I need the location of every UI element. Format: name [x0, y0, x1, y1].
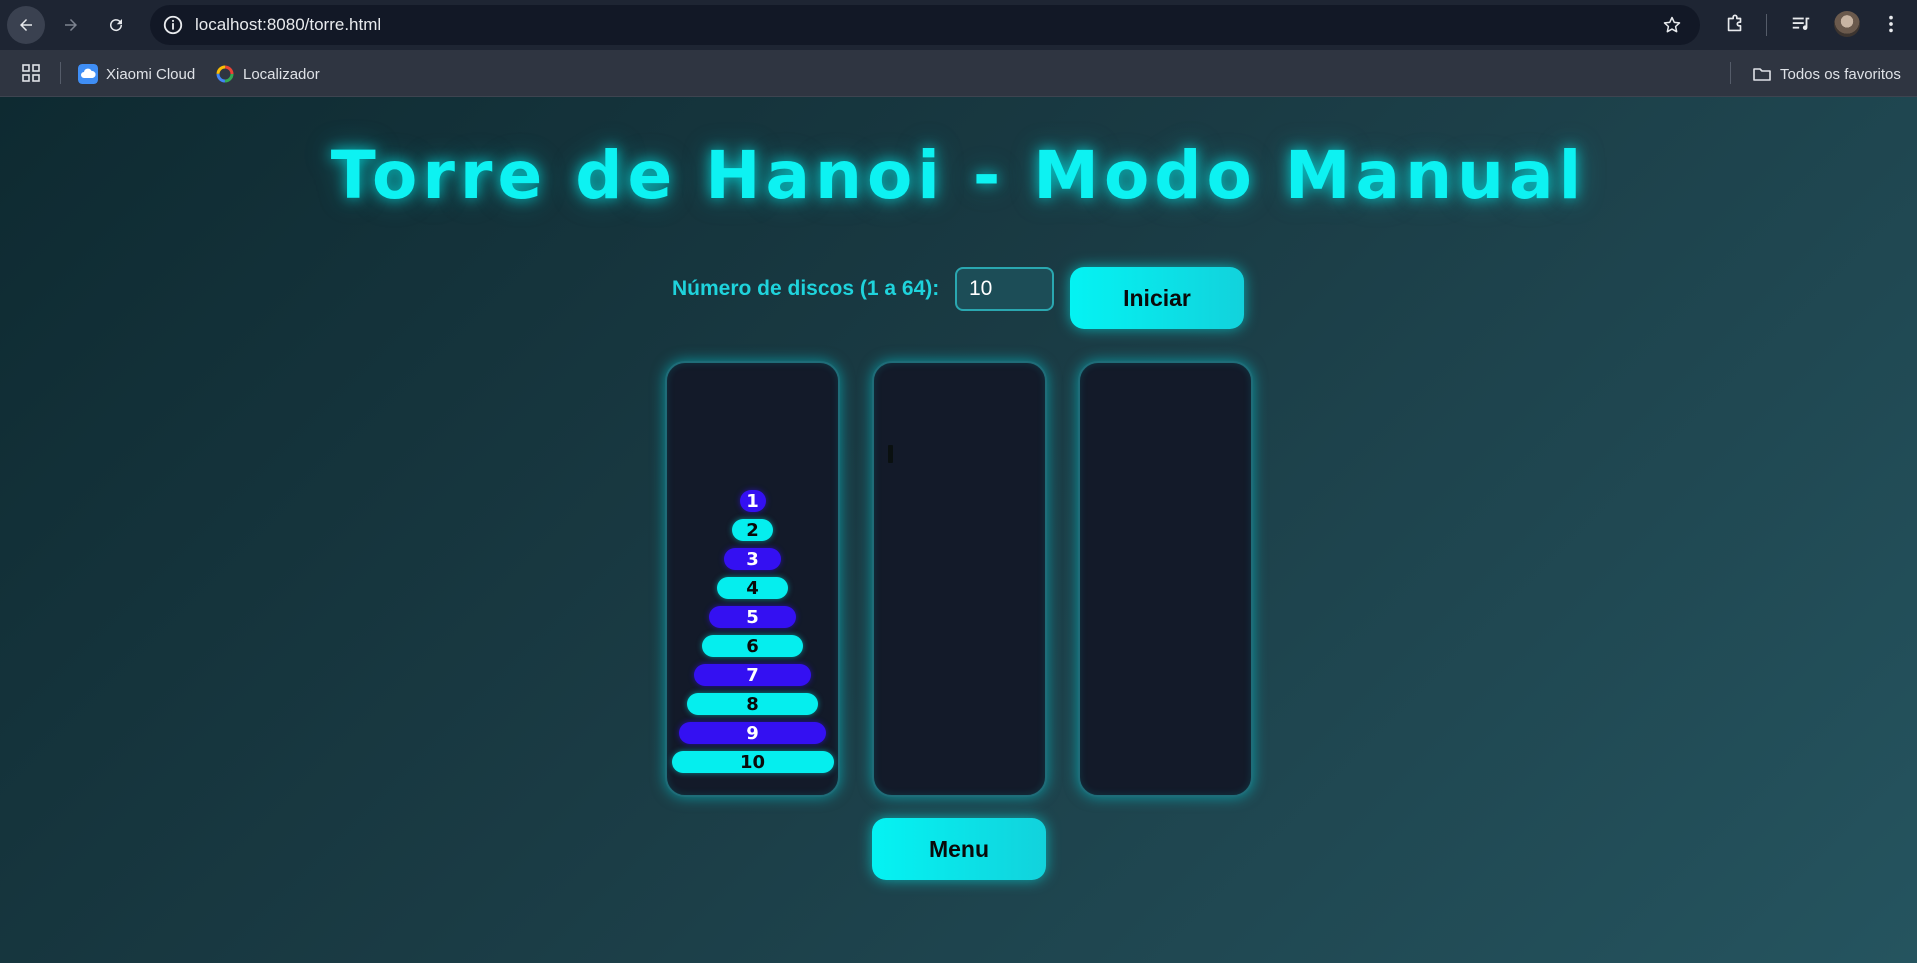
- bookmark-star-icon[interactable]: [1662, 15, 1682, 35]
- bookmark-xiaomi-cloud[interactable]: Xiaomi Cloud: [78, 63, 195, 85]
- disk-4[interactable]: 4: [716, 577, 789, 599]
- disk-6[interactable]: 6: [701, 635, 804, 657]
- browser-toolbar: localhost:8080/torre.html: [0, 0, 1917, 50]
- all-bookmarks-label: Todos os favoritos: [1780, 65, 1901, 83]
- extensions-icon[interactable]: [1724, 13, 1746, 35]
- reload-button[interactable]: [97, 6, 135, 44]
- bookmark-label: Localizador: [243, 65, 320, 83]
- site-info-icon[interactable]: [162, 14, 184, 36]
- arrow-left-icon: [20, 19, 32, 31]
- forward-button[interactable]: [52, 6, 90, 44]
- url-text: localhost:8080/torre.html: [195, 15, 381, 35]
- arrow-right-icon: [65, 19, 77, 31]
- text-cursor-mark: [888, 445, 893, 463]
- disk-10[interactable]: 10: [671, 751, 834, 773]
- tower-1[interactable]: 1 2 3 4 5 6 7 8 9 10: [665, 361, 840, 797]
- bookmarks-divider: [1730, 62, 1731, 84]
- tower-3[interactable]: [1078, 361, 1253, 797]
- page-title: Torre de Hanoi - Modo Manual: [330, 137, 1587, 214]
- disk-5[interactable]: 5: [709, 606, 796, 628]
- bookmark-localizador[interactable]: Localizador: [215, 63, 320, 85]
- back-button[interactable]: [7, 6, 45, 44]
- apps-grid-icon[interactable]: [21, 63, 41, 83]
- reload-icon: [110, 19, 123, 32]
- bookmarks-bar: Xiaomi Cloud Localizador Todos os favori…: [0, 50, 1917, 97]
- url-path: :8080/torre.html: [262, 15, 382, 34]
- disk-1[interactable]: 1: [739, 490, 766, 512]
- url-host: localhost: [195, 15, 263, 34]
- kebab-menu-icon[interactable]: [1880, 13, 1902, 35]
- bookmarks-divider: [60, 62, 61, 84]
- all-bookmarks-folder[interactable]: Todos os favoritos: [1752, 63, 1901, 85]
- disk-7[interactable]: 7: [694, 664, 811, 686]
- address-bar[interactable]: localhost:8080/torre.html: [150, 5, 1700, 45]
- menu-button[interactable]: Menu: [872, 818, 1046, 880]
- toolbar-divider: [1766, 14, 1767, 36]
- media-controls-icon[interactable]: [1790, 13, 1812, 35]
- folder-icon: [1753, 68, 1771, 81]
- tower-2[interactable]: [872, 361, 1047, 797]
- disk-3[interactable]: 3: [724, 548, 781, 570]
- location-pin-icon: [216, 65, 234, 83]
- profile-avatar[interactable]: [1834, 11, 1860, 37]
- discs-label: Número de discos (1 a 64):: [672, 277, 940, 300]
- cloud-icon: [78, 64, 98, 84]
- disk-9[interactable]: 9: [679, 722, 826, 744]
- page-content: Torre de Hanoi - Modo Manual Número de d…: [0, 97, 1917, 963]
- bookmark-label: Xiaomi Cloud: [106, 65, 196, 83]
- disk-2[interactable]: 2: [731, 519, 774, 541]
- start-button[interactable]: Iniciar: [1070, 267, 1244, 329]
- discs-count-input[interactable]: [955, 267, 1054, 311]
- disk-8[interactable]: 8: [686, 693, 819, 715]
